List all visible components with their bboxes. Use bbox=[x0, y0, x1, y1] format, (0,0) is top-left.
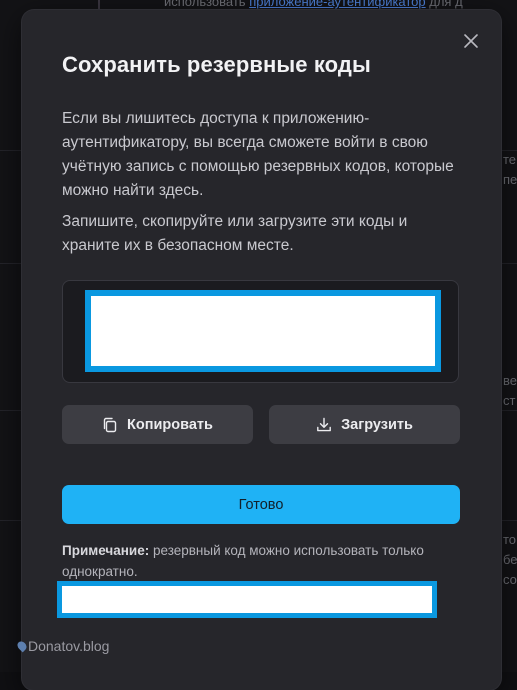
download-button-label: Загрузить bbox=[341, 416, 413, 433]
redacted-backup-codes bbox=[85, 290, 441, 372]
note-text: Примечание: резервный код можно использо… bbox=[62, 540, 462, 582]
background-top-text: использовать приложение-аутентификатор д… bbox=[164, 0, 463, 9]
copy-button[interactable]: Копировать bbox=[62, 405, 253, 444]
background-fragment: бе bbox=[503, 552, 517, 567]
background-authenticator-link[interactable]: приложение-аутентификатор bbox=[249, 0, 425, 9]
download-icon bbox=[317, 417, 331, 431]
backup-codes-box bbox=[62, 280, 459, 383]
background-fragment: то bbox=[503, 532, 517, 547]
done-button[interactable]: Готово bbox=[62, 485, 460, 524]
copy-icon bbox=[103, 417, 117, 432]
close-icon bbox=[464, 34, 478, 48]
background-fragment: со bbox=[503, 572, 517, 587]
background-fragment: пе bbox=[503, 172, 517, 187]
watermark-text: Donatov.blog bbox=[28, 638, 110, 654]
note-label: Примечание: bbox=[62, 543, 150, 558]
copy-button-label: Копировать bbox=[127, 416, 213, 433]
watermark: Donatov.blog bbox=[15, 638, 110, 654]
backup-codes-dialog: Сохранить резервные коды Если вы лишитес… bbox=[22, 10, 501, 690]
download-button[interactable]: Загрузить bbox=[269, 405, 460, 444]
background-fragment: ве bbox=[503, 373, 517, 388]
background-fragment: ст bbox=[503, 393, 516, 408]
dialog-title: Сохранить резервные коды bbox=[62, 52, 371, 77]
done-button-label: Готово bbox=[238, 496, 284, 513]
location-pin-icon bbox=[15, 639, 29, 653]
redacted-area bbox=[57, 581, 437, 618]
dialog-description: Если вы лишитесь доступа к приложению-ау… bbox=[62, 110, 454, 199]
background-fragment: те bbox=[503, 152, 517, 167]
dialog-instructions: Запишите, скопируйте или загрузите эти к… bbox=[62, 213, 408, 254]
close-button[interactable] bbox=[459, 29, 483, 53]
